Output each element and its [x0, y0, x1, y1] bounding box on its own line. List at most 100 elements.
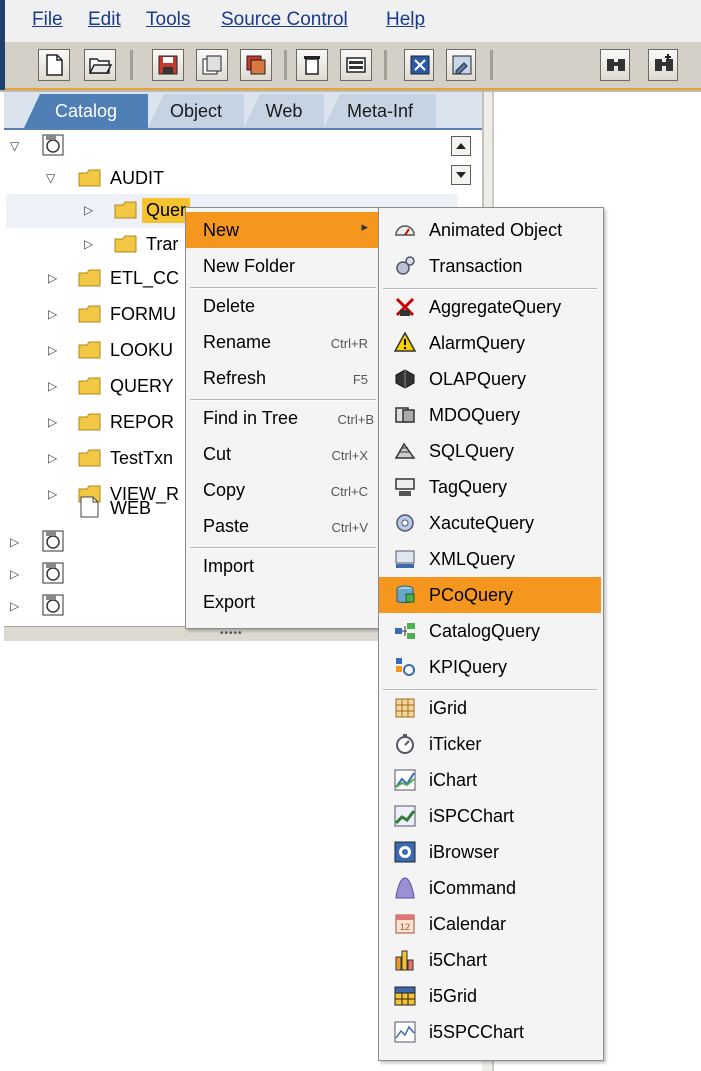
- menu-source-control[interactable]: Source Control: [221, 9, 348, 31]
- submenu-item-ibrowser[interactable]: iBrowser: [379, 834, 601, 870]
- expand-icon[interactable]: ▷: [84, 237, 93, 251]
- folder-icon: [78, 169, 101, 187]
- expand-icon[interactable]: ▷: [48, 451, 57, 465]
- icalendar-icon: 12: [395, 914, 415, 934]
- toolbar-separator: [130, 50, 133, 80]
- toolbar-accent-line: [5, 88, 701, 90]
- tab-catalog[interactable]: Catalog: [24, 94, 148, 128]
- menu-item-paste[interactable]: Paste Ctrl+V: [186, 508, 380, 544]
- submenu-item-olapquery[interactable]: OLAPQuery: [379, 361, 601, 397]
- save-icon[interactable]: [152, 49, 184, 81]
- tab-web[interactable]: Web: [244, 94, 324, 128]
- menu-item-new[interactable]: New ▸: [186, 212, 380, 248]
- submenu-item-pcoquery[interactable]: PCoQuery: [379, 577, 601, 613]
- animated-object-icon: [395, 225, 415, 236]
- expand-icon[interactable]: ▷: [48, 307, 57, 321]
- scroll-down-button[interactable]: [451, 165, 471, 185]
- edit-icon[interactable]: [446, 49, 476, 81]
- collapse-icon[interactable]: ▽: [46, 171, 55, 185]
- submenu-item-catalogquery[interactable]: CatalogQuery: [379, 613, 601, 649]
- submenu-item-xmlquery[interactable]: XMLQuery: [379, 541, 601, 577]
- menu-tools[interactable]: Tools: [146, 9, 190, 31]
- scroll-up-button[interactable]: [451, 136, 471, 156]
- project-icon: [42, 562, 64, 584]
- save-as-icon[interactable]: [196, 49, 228, 81]
- folder-icon: [78, 449, 101, 467]
- expand-icon[interactable]: ▷: [48, 343, 57, 357]
- submenu-item-tagquery[interactable]: TagQuery: [379, 469, 601, 505]
- expand-icon[interactable]: ▷: [10, 567, 19, 581]
- menu-item-copy[interactable]: Copy Ctrl+C: [186, 472, 380, 508]
- expand-icon[interactable]: ▷: [10, 599, 19, 613]
- submenu-item-alarmquery[interactable]: AlarmQuery: [379, 325, 601, 361]
- submenu-item-igrid[interactable]: iGrid: [379, 690, 601, 726]
- menu-item-find-in-tree[interactable]: Find in Tree Ctrl+B: [186, 400, 380, 436]
- submenu-item-i5grid[interactable]: i5Grid: [379, 978, 601, 1014]
- iticker-icon: [396, 734, 414, 754]
- expand-icon[interactable]: ▷: [10, 535, 19, 549]
- submenu-item-aggregatequery[interactable]: AggregateQuery: [379, 289, 601, 325]
- i5spcchart-icon: [394, 1021, 416, 1043]
- folder-icon: [78, 269, 101, 287]
- submenu-item-icalendar[interactable]: 12 iCalendar: [379, 906, 601, 942]
- collapse-icon[interactable]: ▽: [10, 139, 19, 153]
- menu-file[interactable]: File: [32, 9, 63, 31]
- xml-query-icon: [395, 550, 415, 568]
- tree-root[interactable]: ▽: [6, 130, 458, 164]
- submenu-item-ichart[interactable]: iChart: [379, 762, 601, 798]
- find-next-icon[interactable]: [648, 49, 678, 81]
- submenu-item-i5spcchart[interactable]: i5SPCChart: [379, 1014, 601, 1050]
- folder-icon: [78, 377, 101, 395]
- menu-item-cut[interactable]: Cut Ctrl+X: [186, 436, 380, 472]
- tab-object[interactable]: Object: [148, 94, 244, 128]
- submenu-item-icommand[interactable]: iCommand: [379, 870, 601, 906]
- file-icon: [80, 496, 99, 518]
- submenu-item-ispcchart[interactable]: iSPCChart: [379, 798, 601, 834]
- tree-node-label: Quer: [142, 198, 191, 223]
- submenu-item-iticker[interactable]: iTicker: [379, 726, 601, 762]
- find-icon[interactable]: [600, 49, 630, 81]
- menu-help[interactable]: Help: [386, 9, 425, 31]
- submenu-item-animated-object[interactable]: Animated Object: [379, 212, 601, 248]
- menu-item-delete[interactable]: Delete: [186, 288, 380, 324]
- resize-grip-icon: •••••: [220, 628, 243, 639]
- kpi-query-icon: [396, 658, 415, 676]
- submenu-item-kpiquery[interactable]: KPIQuery: [379, 649, 601, 685]
- menu-item-rename[interactable]: Rename Ctrl+R: [186, 324, 380, 360]
- open-folder-icon[interactable]: [84, 49, 116, 81]
- submenu-item-sqlquery[interactable]: SQLQuery: [379, 433, 601, 469]
- submenu-item-xacutequery[interactable]: XacuteQuery: [379, 505, 601, 541]
- svg-text:12: 12: [400, 922, 410, 932]
- submenu-item-mdoquery[interactable]: MDOQuery: [379, 397, 601, 433]
- expand-icon[interactable]: ▷: [84, 203, 93, 217]
- menu-item-new-folder[interactable]: New Folder: [186, 248, 380, 284]
- expand-icon[interactable]: ▷: [48, 415, 57, 429]
- ibrowser-icon: [394, 841, 416, 863]
- project-icon: [42, 594, 64, 616]
- tree-node[interactable]: ▽ AUDIT: [6, 162, 458, 196]
- tab-meta-inf[interactable]: Meta-Inf: [324, 94, 436, 128]
- submenu-item-transaction[interactable]: Transaction: [379, 248, 601, 284]
- catalog-query-icon: [395, 623, 415, 639]
- menu-edit[interactable]: Edit: [88, 9, 121, 31]
- close-icon[interactable]: [404, 49, 434, 81]
- folder-icon: [78, 305, 101, 323]
- olap-query-icon: [395, 369, 415, 389]
- menu-item-refresh[interactable]: Refresh F5: [186, 360, 380, 396]
- save-all-icon[interactable]: [240, 49, 272, 81]
- expand-icon[interactable]: ▷: [48, 379, 57, 393]
- tree-node-label: FORMU: [110, 304, 176, 324]
- new-document-icon[interactable]: [38, 49, 70, 81]
- menu-item-export[interactable]: Export: [186, 584, 380, 620]
- delete-icon[interactable]: [296, 49, 328, 81]
- properties-icon[interactable]: [340, 49, 372, 81]
- submenu-item-i5chart[interactable]: i5Chart: [379, 942, 601, 978]
- tree-node-label: AUDIT: [110, 168, 164, 188]
- tree-node-label: QUERY: [110, 376, 174, 396]
- transaction-icon: [396, 256, 415, 275]
- mdo-query-icon: [395, 407, 415, 423]
- expand-icon[interactable]: ▷: [48, 271, 57, 285]
- tree-node-label: ETL_CC: [110, 268, 180, 288]
- menu-item-import[interactable]: Import: [186, 548, 380, 584]
- toolbar-separator: [384, 50, 387, 80]
